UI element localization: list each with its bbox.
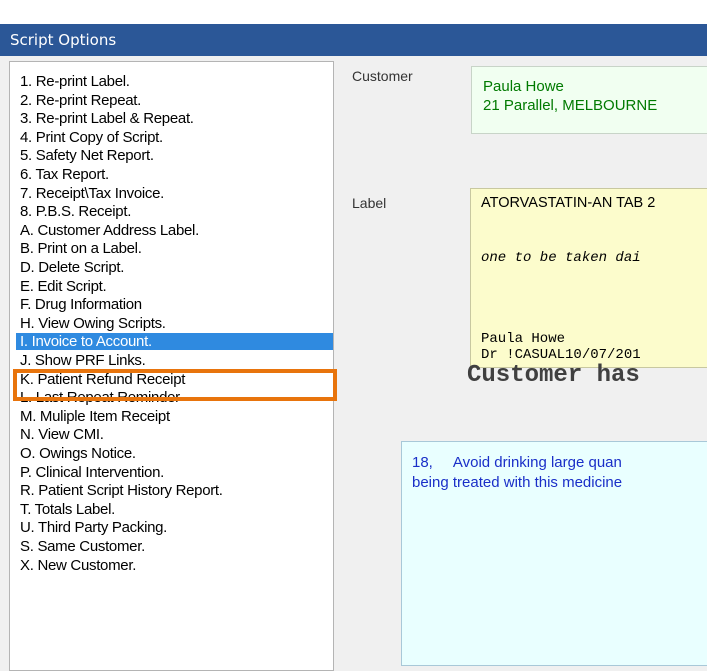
warning-box: 18, Avoid drinking large quan being trea… [401, 441, 707, 666]
label-field-label: Label [352, 195, 387, 211]
menu-item[interactable]: M. Muliple Item Receipt [20, 408, 170, 425]
window-title: Script Options [10, 31, 117, 49]
title-bar[interactable]: Script Options [0, 24, 707, 56]
menu-item[interactable]: 6. Tax Report. [20, 166, 109, 183]
menu-item[interactable]: N. View CMI. [20, 426, 104, 443]
menu-item[interactable]: R. Patient Script History Report. [20, 482, 223, 499]
menu-item[interactable]: D. Delete Script. [20, 259, 124, 276]
label-patient: Paula Howe [481, 331, 566, 347]
menu-item[interactable]: T. Totals Label. [20, 501, 115, 518]
warning-line-1: 18, Avoid drinking large quan [412, 454, 622, 471]
menu-item[interactable]: 1. Re-print Label. [20, 73, 130, 90]
menu-item[interactable]: 3. Re-print Label & Repeat. [20, 110, 194, 127]
menu-item[interactable]: X. New Customer. [20, 557, 136, 574]
menu-item[interactable]: S. Same Customer. [20, 538, 145, 555]
label-directions: one to be taken dai [481, 250, 641, 266]
menu-item[interactable]: O. Owings Notice. [20, 445, 136, 462]
menu-item[interactable]: 2. Re-print Repeat. [20, 92, 141, 109]
customer-notice: Customer has [467, 362, 640, 389]
menu-item[interactable]: F. Drug Information [20, 296, 142, 313]
customer-name: Paula Howe [483, 78, 564, 95]
menu-item[interactable]: 4. Print Copy of Script. [20, 129, 163, 146]
label-preview-box: ATORVASTATIN-AN TAB 2 one to be taken da… [470, 188, 707, 368]
warning-line-2: being treated with this medicine [412, 474, 623, 491]
menu-item[interactable]: H. View Owing Scripts. [20, 315, 166, 332]
menu-item[interactable]: 8. P.B.S. Receipt. [20, 203, 131, 220]
script-options-window: Script Options 1. Re-print Label. 2. Re-p… [0, 0, 707, 671]
menu-item[interactable]: B. Print on a Label. [20, 240, 142, 257]
customer-address: 21 Parallel, MELBOURNE [483, 97, 658, 114]
script-options-list[interactable]: 1. Re-print Label. 2. Re-print Repeat. 3. … [9, 61, 334, 671]
customer-label: Customer [352, 68, 413, 84]
customer-box: Paula Howe 21 Parallel, MELBOURNE [471, 66, 707, 134]
menu-item[interactable]: P. Clinical Intervention. [20, 464, 164, 481]
label-doctor: Dr !CASUAL10/07/201 [481, 347, 641, 363]
menu-item[interactable]: U. Third Party Packing. [20, 519, 167, 536]
highlight-callout [13, 369, 337, 401]
menu-item-selected[interactable]: I. Invoice to Account. [16, 333, 333, 351]
menu-item[interactable]: E. Edit Script. [20, 278, 107, 295]
menu-item[interactable]: 5. Safety Net Report. [20, 147, 154, 164]
menu-item[interactable]: A. Customer Address Label. [20, 222, 199, 239]
top-strip [0, 0, 707, 24]
menu-item[interactable]: 7. Receipt\Tax Invoice. [20, 185, 164, 202]
label-drug: ATORVASTATIN-AN TAB 2 [481, 195, 656, 211]
menu-item[interactable]: J. Show PRF Links. [20, 352, 146, 369]
